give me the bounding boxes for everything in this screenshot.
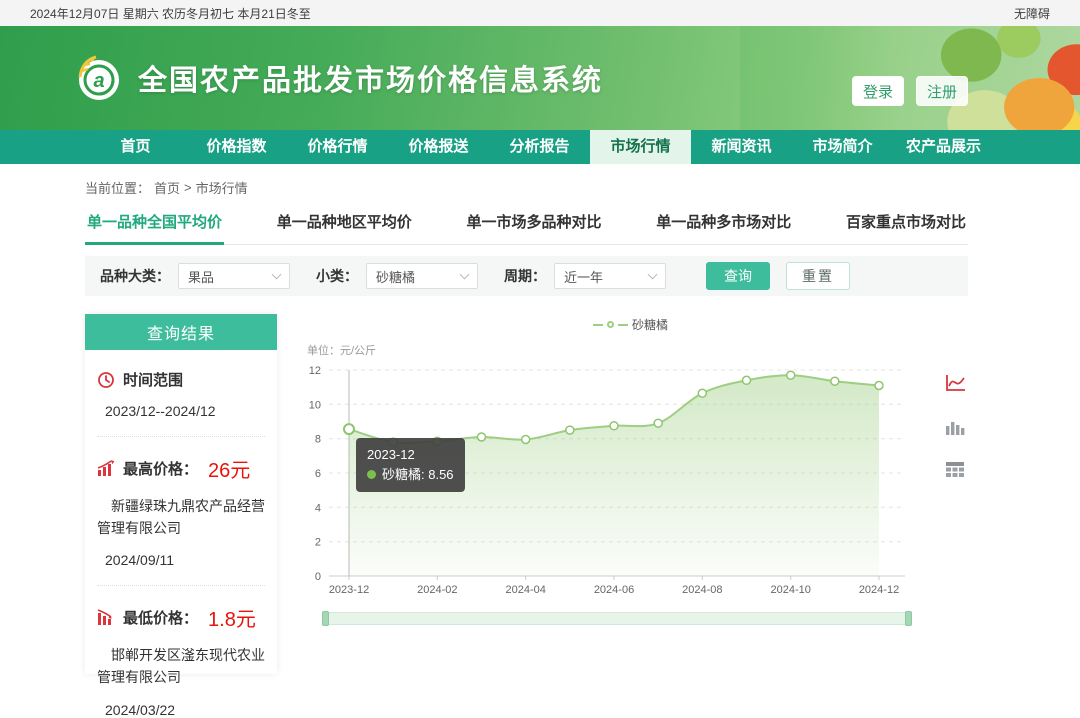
- svg-text:8: 8: [315, 434, 321, 446]
- svg-text:0: 0: [315, 571, 321, 583]
- legend-line-icon: [593, 324, 603, 326]
- legend-marker-icon: [607, 321, 614, 328]
- nav-item-analysis-report[interactable]: 分析报告: [489, 130, 590, 164]
- site-header: a 全国农产品批发市场价格信息系统 登录 注册: [0, 26, 1080, 130]
- period-selected-value: 近一年: [564, 267, 603, 286]
- min-price-date: 2024/03/22: [97, 702, 265, 718]
- max-price-row: 最高价格： 26元: [97, 454, 265, 483]
- min-price-value: 1.8元: [208, 603, 256, 632]
- nav-item-home[interactable]: 首页: [85, 130, 186, 164]
- divider: [97, 436, 265, 437]
- auth-buttons: 登录 注册: [852, 76, 968, 106]
- subcategory-selected-value: 砂糖橘: [376, 267, 415, 286]
- svg-text:2024-06: 2024-06: [594, 584, 634, 596]
- tab-top100-markets[interactable]: 百家重点市场对比: [844, 209, 968, 244]
- svg-text:10: 10: [309, 399, 321, 411]
- filter-bar: 品种大类： 果品 小类： 砂糖橘 周期： 近一年 查询 重置: [85, 256, 968, 296]
- nav-item-price-report[interactable]: 价格报送: [388, 130, 489, 164]
- max-price-company: 新疆绿珠九鼎农产品经营管理有限公司: [97, 496, 265, 539]
- time-range-value: 2023/12--2024/12: [97, 403, 265, 419]
- price-down-icon: [97, 609, 115, 627]
- svg-text:6: 6: [315, 468, 321, 480]
- login-button[interactable]: 登录: [852, 76, 904, 106]
- legend-line-icon: [618, 324, 628, 326]
- svg-text:2024-08: 2024-08: [682, 584, 722, 596]
- divider: [97, 585, 265, 586]
- min-price-label: 最低价格：: [123, 607, 198, 628]
- chart-area: 0 2 4 6 8 10 12 2023-12 2024-02 2024-04 2024-06 202…: [299, 358, 970, 606]
- site-title: 全国农产品批发市场价格信息系统: [138, 57, 603, 99]
- chevron-down-icon: [460, 270, 470, 280]
- category-select[interactable]: 果品: [178, 263, 290, 289]
- category-label: 品种大类：: [100, 266, 170, 286]
- min-price-row: 最低价格： 1.8元: [97, 603, 265, 632]
- unit-label: 单位：元/公斤: [307, 342, 970, 358]
- time-range-label: 时间范围: [123, 369, 183, 390]
- site-logo-icon: a: [72, 53, 122, 103]
- price-line-chart[interactable]: 0 2 4 6 8 10 12 2023-12 2024-02 2024-04 2024-06 202…: [299, 358, 939, 606]
- comparison-tabs: 单一品种全国平均价 单一品种地区平均价 单一市场多品种对比 单一品种多市场对比 …: [85, 209, 968, 245]
- register-button[interactable]: 注册: [916, 76, 968, 106]
- main-content: 查询结果 时间范围 2023/12--2024/12: [85, 314, 970, 674]
- top-utility-bar: 2024年12月07日 星期六 农历冬月初七 本月21日冬至 无障碍: [0, 0, 1080, 26]
- svg-text:2: 2: [315, 537, 321, 549]
- legend-label: 砂糖橘: [632, 316, 668, 333]
- svg-text:a: a: [93, 70, 104, 92]
- slider-handle-right[interactable]: [905, 611, 912, 626]
- reset-button[interactable]: 重置: [786, 262, 850, 290]
- accessibility-link[interactable]: 无障碍: [1014, 5, 1050, 22]
- svg-text:2023-12: 2023-12: [329, 584, 369, 596]
- subcategory-label: 小类：: [316, 266, 358, 286]
- current-date-text: 2024年12月07日 星期六 农历冬月初七 本月21日冬至: [30, 5, 311, 22]
- results-panel-title: 查询结果: [85, 314, 277, 350]
- breadcrumb-separator: >: [184, 180, 192, 195]
- query-results-panel: 查询结果 时间范围 2023/12--2024/12: [85, 314, 277, 674]
- tab-single-variety-multi-market[interactable]: 单一品种多市场对比: [654, 209, 793, 244]
- period-label: 周期：: [504, 266, 546, 286]
- tab-single-market-multi-variety[interactable]: 单一市场多品种对比: [464, 209, 603, 244]
- chart-panel: 砂糖橘 单位：元/公斤 0 2 4 6 8 10 12 2023-12 2024-02 2024-…: [291, 314, 970, 674]
- max-price-value: 26元: [208, 454, 250, 483]
- nav-item-price-quotes[interactable]: 价格行情: [287, 130, 388, 164]
- chevron-down-icon: [272, 270, 282, 280]
- chevron-down-icon: [648, 270, 658, 280]
- svg-text:2024-04: 2024-04: [506, 584, 546, 596]
- subcategory-select[interactable]: 砂糖橘: [366, 263, 478, 289]
- breadcrumb-label: 当前位置：: [85, 178, 150, 197]
- tab-region-average[interactable]: 单一品种地区平均价: [275, 209, 414, 244]
- breadcrumb: 当前位置： 首页 > 市场行情: [0, 164, 1080, 197]
- period-select[interactable]: 近一年: [554, 263, 666, 289]
- line-chart-icon[interactable]: [944, 374, 966, 393]
- nav-item-news[interactable]: 新闻资讯: [691, 130, 792, 164]
- slider-handle-left[interactable]: [322, 611, 329, 626]
- chart-type-toolbar: [944, 374, 966, 477]
- tab-national-average[interactable]: 单一品种全国平均价: [85, 209, 224, 244]
- data-zoom-slider[interactable]: [325, 612, 909, 625]
- nav-item-product-showcase[interactable]: 农产品展示: [893, 130, 994, 164]
- legend-item-shatangju[interactable]: 砂糖橘: [291, 316, 970, 333]
- max-price-label: 最高价格：: [123, 458, 198, 479]
- nav-item-market-quotes[interactable]: 市场行情: [590, 130, 691, 164]
- svg-text:2024-10: 2024-10: [771, 584, 811, 596]
- query-button[interactable]: 查询: [706, 262, 770, 290]
- max-price-date: 2024/09/11: [97, 552, 265, 568]
- nav-item-market-intro[interactable]: 市场简介: [792, 130, 893, 164]
- clock-icon: [97, 371, 115, 389]
- min-price-company: 邯郸开发区滏东现代农业管理有限公司: [97, 645, 265, 688]
- time-range-row: 时间范围: [97, 369, 265, 390]
- bar-chart-icon[interactable]: [945, 419, 965, 435]
- main-nav: 首页 价格指数 价格行情 价格报送 分析报告 市场行情 新闻资讯 市场简介 农产…: [0, 130, 1080, 164]
- breadcrumb-home-link[interactable]: 首页: [154, 178, 180, 197]
- nav-item-price-index[interactable]: 价格指数: [186, 130, 287, 164]
- data-table-icon[interactable]: [945, 461, 965, 477]
- svg-text:2024-12: 2024-12: [859, 584, 899, 596]
- breadcrumb-current: 市场行情: [196, 178, 248, 197]
- price-up-icon: [97, 460, 115, 478]
- svg-text:4: 4: [315, 502, 321, 514]
- category-selected-value: 果品: [188, 267, 214, 286]
- svg-text:12: 12: [309, 365, 321, 377]
- svg-text:2024-02: 2024-02: [417, 584, 457, 596]
